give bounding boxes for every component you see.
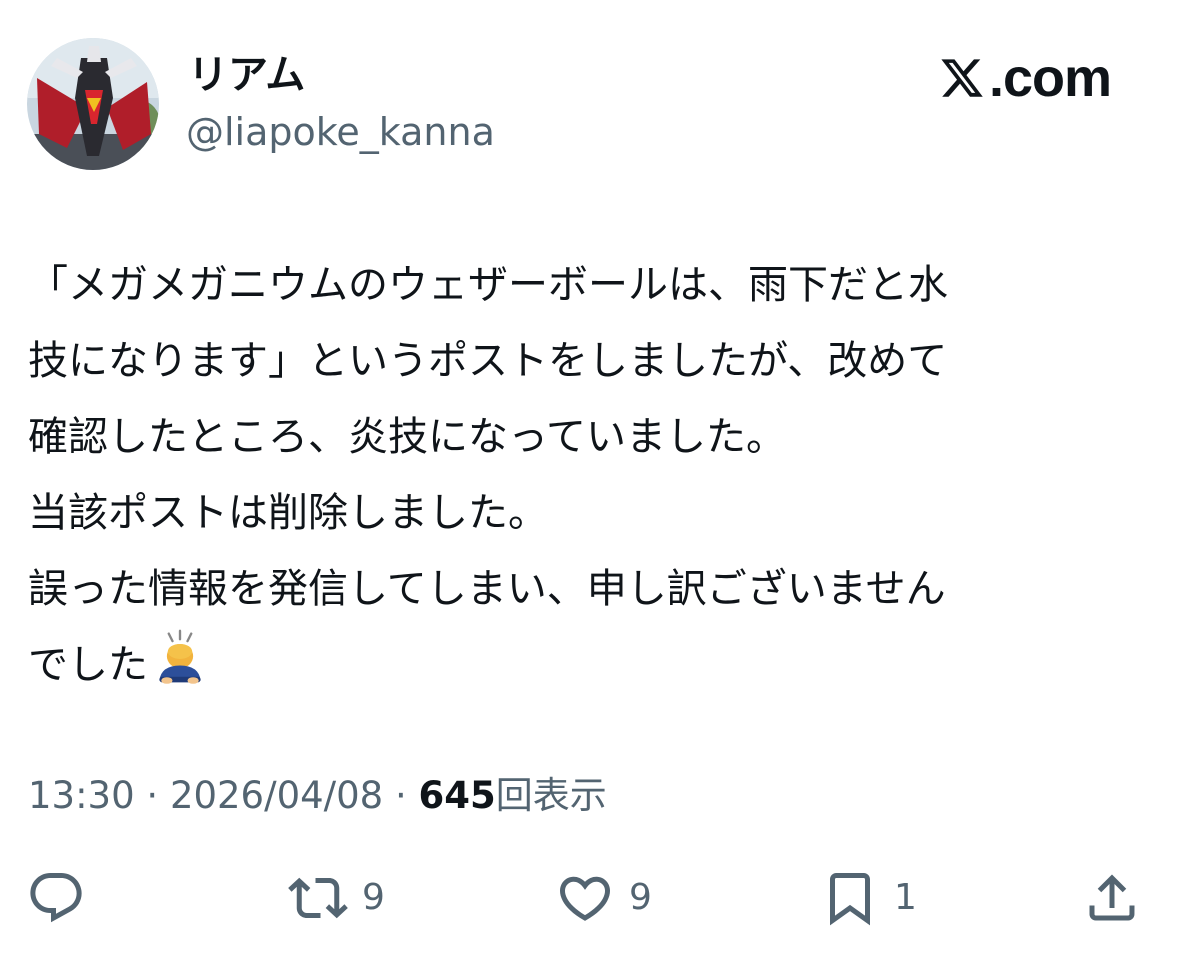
post-text-line: 「メガメガニウムのウェザーボールは、雨下だと水 xyxy=(28,262,948,308)
post-date[interactable]: 2026/04/08 xyxy=(170,774,383,817)
like-button[interactable]: 9 xyxy=(555,862,652,934)
post-text-line: 技になります」というポストをしましたが、改めて xyxy=(28,338,948,384)
heart-icon xyxy=(559,876,611,921)
avatar[interactable] xyxy=(27,38,159,170)
like-count: 9 xyxy=(629,877,652,918)
post-text-line: 確認したところ、炎技になっていました。 xyxy=(28,414,786,460)
reply-icon xyxy=(30,873,82,923)
repost-icon xyxy=(288,877,348,919)
x-brand-logo: .com xyxy=(939,48,1112,108)
repost-count: 9 xyxy=(362,877,385,918)
views-label[interactable]: 回表示 xyxy=(496,774,607,817)
views-count[interactable]: 645 xyxy=(419,774,496,817)
meta-separator: · xyxy=(394,774,407,817)
post-time[interactable]: 13:30 xyxy=(28,774,135,817)
reply-button[interactable] xyxy=(26,862,86,934)
display-name[interactable]: リアム xyxy=(188,50,305,100)
post-text-line: 誤った情報を発信してしまい、申し訳ございません xyxy=(28,566,946,612)
person-bowing-emoji xyxy=(159,629,201,684)
share-button[interactable] xyxy=(1082,862,1142,934)
x-logo-icon xyxy=(941,59,983,97)
post-meta: 13:30 · 2026/04/08 · 645回表示 xyxy=(28,770,607,822)
avatar-image xyxy=(27,38,159,170)
meta-separator: · xyxy=(146,774,159,817)
share-icon xyxy=(1089,874,1135,921)
brand-domain-text: .com xyxy=(988,48,1112,108)
post-text-line: でした xyxy=(28,642,148,688)
bookmark-count: 1 xyxy=(894,877,917,918)
bookmark-button[interactable]: 1 xyxy=(820,862,917,934)
post-text-line: 当該ポストは削除しました。 xyxy=(28,490,548,536)
user-handle[interactable]: @liapoke_kanna xyxy=(186,108,495,156)
repost-button[interactable]: 9 xyxy=(288,862,385,934)
action-bar: 9 9 1 xyxy=(0,862,1179,934)
bookmark-icon xyxy=(830,873,870,926)
post-text-line-last: でした xyxy=(28,627,1152,703)
post-body: 「メガメガニウムのウェザーボールは、雨下だと水 技になります」というポストをしま… xyxy=(28,247,1152,703)
